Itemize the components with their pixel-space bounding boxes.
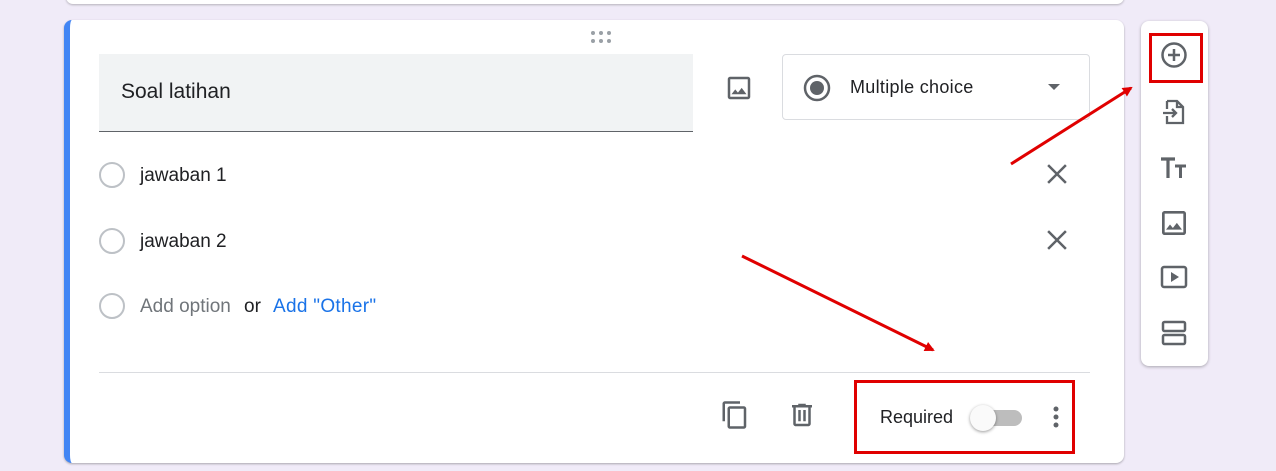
duplicate-button[interactable] — [720, 400, 750, 430]
previous-card — [66, 0, 1124, 4]
option-label-1[interactable]: jawaban 1 — [140, 165, 227, 187]
add-title-button[interactable] — [1158, 152, 1190, 184]
option-radio-1 — [99, 162, 125, 188]
question-title-text: Soal latihan — [121, 80, 231, 103]
add-image-tool-button[interactable] — [1158, 207, 1190, 239]
add-option-button[interactable]: Add option — [140, 296, 231, 318]
add-image-icon — [1162, 211, 1186, 235]
question-title-input[interactable]: Soal latihan — [99, 54, 693, 132]
close-icon — [1047, 164, 1067, 184]
add-option-radio — [99, 293, 125, 319]
dropdown-arrow-icon — [1048, 84, 1060, 90]
option-radio-2 — [99, 228, 125, 254]
copy-icon — [722, 401, 747, 429]
footer-divider — [99, 372, 1090, 373]
highlight-box-add-question — [1149, 33, 1203, 83]
add-video-button[interactable] — [1158, 261, 1190, 293]
option-label-2[interactable]: jawaban 2 — [140, 231, 227, 253]
question-type-label: Multiple choice — [850, 77, 974, 97]
import-questions-button[interactable] — [1158, 96, 1190, 128]
add-other-link[interactable]: Add "Other" — [273, 296, 376, 318]
remove-option-1-button[interactable] — [1044, 161, 1070, 187]
or-text: or — [244, 296, 261, 317]
highlight-box-required — [854, 380, 1075, 454]
close-icon — [1047, 230, 1067, 250]
remove-option-2-button[interactable] — [1044, 227, 1070, 253]
radio-checked-icon — [803, 74, 831, 102]
add-title-icon — [1161, 157, 1186, 178]
question-type-select[interactable]: Multiple choice — [782, 54, 1090, 120]
trash-icon — [792, 403, 812, 427]
delete-button[interactable] — [787, 400, 817, 430]
add-section-button[interactable] — [1158, 317, 1190, 349]
add-image-button[interactable] — [724, 73, 754, 103]
add-section-icon — [1161, 320, 1187, 346]
import-questions-icon — [1163, 99, 1185, 125]
drag-handle-icon[interactable] — [590, 30, 612, 44]
image-icon — [727, 76, 751, 100]
add-video-icon — [1160, 265, 1188, 289]
